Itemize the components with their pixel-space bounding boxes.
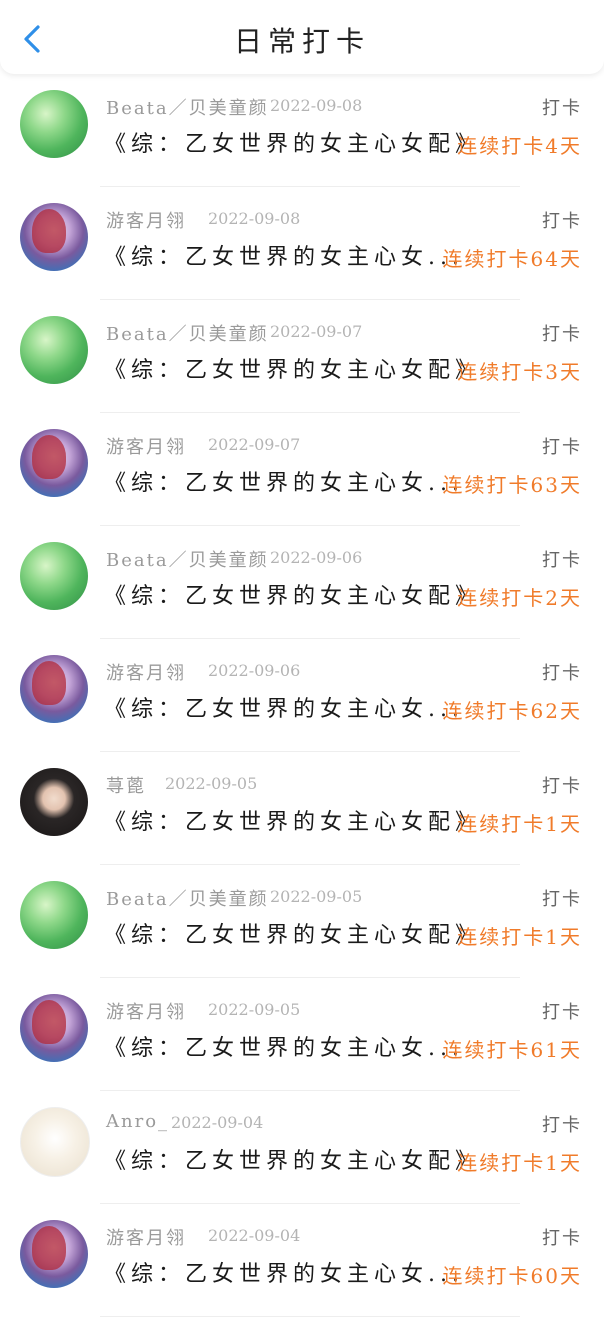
- book-title[interactable]: 《综：乙女世界的女主心女...: [104, 1030, 464, 1062]
- book-title[interactable]: 《综：乙女世界的女主心女...: [104, 465, 464, 497]
- checkin-label: 打卡: [542, 1002, 582, 1023]
- user-avatar[interactable]: [20, 90, 88, 158]
- checkin-date: 2022-09-06: [270, 548, 363, 567]
- checkin-date: 2022-09-07: [270, 322, 363, 341]
- book-title[interactable]: 《综：乙女世界的女主心女配》: [104, 126, 482, 158]
- checkin-date: 2022-09-04: [171, 1113, 264, 1132]
- checkin-date: 2022-09-05: [270, 887, 363, 906]
- book-title[interactable]: 《综：乙女世界的女主心女...: [104, 239, 464, 271]
- book-title[interactable]: 《综：乙女世界的女主心女配》: [104, 578, 482, 610]
- book-title[interactable]: 《综：乙女世界的女主心女配》: [104, 804, 482, 836]
- checkin-label: 打卡: [542, 437, 582, 458]
- top-bar: 日常打卡: [0, 0, 604, 74]
- checkin-row[interactable]: Beata／贝美童颜 2022-09-06 打卡《综：乙女世界的女主心女配》 连续打卡…: [0, 526, 604, 639]
- checkin-label: 打卡: [542, 211, 582, 232]
- streak-count: 连续打卡62天: [442, 699, 582, 723]
- user-name[interactable]: 荨蓖: [106, 772, 146, 798]
- user-name[interactable]: Beata／贝美童颜: [106, 320, 269, 346]
- checkin-label: 打卡: [542, 550, 582, 571]
- checkin-date: 2022-09-07: [208, 435, 301, 454]
- streak-count: 连续打卡63天: [442, 473, 582, 497]
- book-title[interactable]: 《综：乙女世界的女主心女配》: [104, 917, 482, 949]
- checkin-row[interactable]: Beata／贝美童颜 2022-09-08 打卡《综：乙女世界的女主心女配》 连续打卡…: [0, 74, 604, 187]
- checkin-row[interactable]: 游客月翎 2022-09-06 打卡《综：乙女世界的女主心女... 连续打卡62天: [0, 639, 604, 752]
- streak-count: 连续打卡64天: [442, 247, 582, 271]
- checkin-row[interactable]: Anro_ 2022-09-04 打卡《综：乙女世界的女主心女配》 连续打卡1天: [0, 1091, 604, 1204]
- user-name[interactable]: Beata／贝美童颜: [106, 546, 269, 572]
- book-title[interactable]: 《综：乙女世界的女主心女...: [104, 691, 464, 723]
- user-avatar[interactable]: [20, 655, 88, 723]
- checkin-label: 打卡: [542, 663, 582, 684]
- checkin-row[interactable]: 游客月翎 2022-09-08 打卡《综：乙女世界的女主心女... 连续打卡64天: [0, 187, 604, 300]
- user-name[interactable]: Anro_: [106, 1111, 169, 1132]
- book-title[interactable]: 《综：乙女世界的女主心女配》: [104, 352, 482, 384]
- checkin-row[interactable]: 荨蓖 2022-09-05 打卡《综：乙女世界的女主心女配》 连续打卡1天: [0, 752, 604, 865]
- checkin-label: 打卡: [542, 889, 582, 910]
- user-avatar[interactable]: [20, 1220, 88, 1288]
- checkin-list: Beata／贝美童颜 2022-09-08 打卡 《综：乙女世界的女主心女配》 连续打卡…: [0, 74, 604, 1317]
- streak-count: 连续打卡61天: [442, 1038, 582, 1062]
- checkin-row[interactable]: 游客月翎 2022-09-07 打卡《综：乙女世界的女主心女... 连续打卡63天: [0, 413, 604, 526]
- checkin-date: 2022-09-08: [270, 96, 363, 115]
- checkin-date: 2022-09-06: [208, 661, 301, 680]
- user-avatar[interactable]: [20, 881, 88, 949]
- streak-count: 连续打卡1天: [457, 812, 582, 836]
- user-name[interactable]: 游客月翎: [106, 1224, 186, 1250]
- checkin-date: 2022-09-08: [208, 209, 301, 228]
- streak-count: 连续打卡1天: [457, 925, 582, 949]
- user-avatar[interactable]: [20, 203, 88, 271]
- checkin-label: 打卡: [542, 98, 582, 119]
- checkin-row[interactable]: Beata／贝美童颜 2022-09-05 打卡《综：乙女世界的女主心女配》 连续打卡…: [0, 865, 604, 978]
- page-title: 日常打卡: [233, 25, 370, 58]
- streak-count: 连续打卡3天: [457, 360, 582, 384]
- streak-count: 连续打卡4天: [457, 134, 582, 158]
- checkin-label: 打卡: [542, 776, 582, 797]
- user-avatar[interactable]: [20, 768, 88, 836]
- user-name[interactable]: 游客月翎: [106, 998, 186, 1024]
- checkin-date: 2022-09-05: [165, 774, 258, 793]
- user-name[interactable]: 游客月翎: [106, 659, 186, 685]
- checkin-date: 2022-09-04: [208, 1226, 301, 1245]
- checkin-row[interactable]: Beata／贝美童颜 2022-09-07 打卡《综：乙女世界的女主心女配》 连续打卡…: [0, 300, 604, 413]
- user-avatar[interactable]: [20, 994, 88, 1062]
- checkin-row[interactable]: 游客月翎 2022-09-05 打卡《综：乙女世界的女主心女... 连续打卡61天: [0, 978, 604, 1091]
- book-title[interactable]: 《综：乙女世界的女主心女...: [104, 1256, 464, 1288]
- streak-count: 连续打卡2天: [457, 586, 582, 610]
- checkin-row[interactable]: 游客月翎 2022-09-04 打卡《综：乙女世界的女主心女... 连续打卡60天: [0, 1204, 604, 1317]
- user-name[interactable]: 游客月翎: [106, 207, 186, 233]
- streak-count: 连续打卡1天: [457, 1151, 582, 1175]
- user-name[interactable]: Beata／贝美童颜: [106, 94, 269, 120]
- user-avatar[interactable]: [20, 316, 88, 384]
- user-avatar[interactable]: [20, 542, 88, 610]
- user-name[interactable]: Beata／贝美童颜: [106, 885, 269, 911]
- checkin-date: 2022-09-05: [208, 1000, 301, 1019]
- checkin-label: 打卡: [542, 1228, 582, 1249]
- streak-count: 连续打卡60天: [442, 1264, 582, 1288]
- user-name[interactable]: 游客月翎: [106, 433, 186, 459]
- checkin-label: 打卡: [542, 1115, 582, 1136]
- user-avatar[interactable]: [20, 429, 88, 497]
- book-title[interactable]: 《综：乙女世界的女主心女配》: [104, 1143, 482, 1175]
- checkin-label: 打卡: [542, 324, 582, 345]
- user-avatar[interactable]: [20, 1107, 90, 1177]
